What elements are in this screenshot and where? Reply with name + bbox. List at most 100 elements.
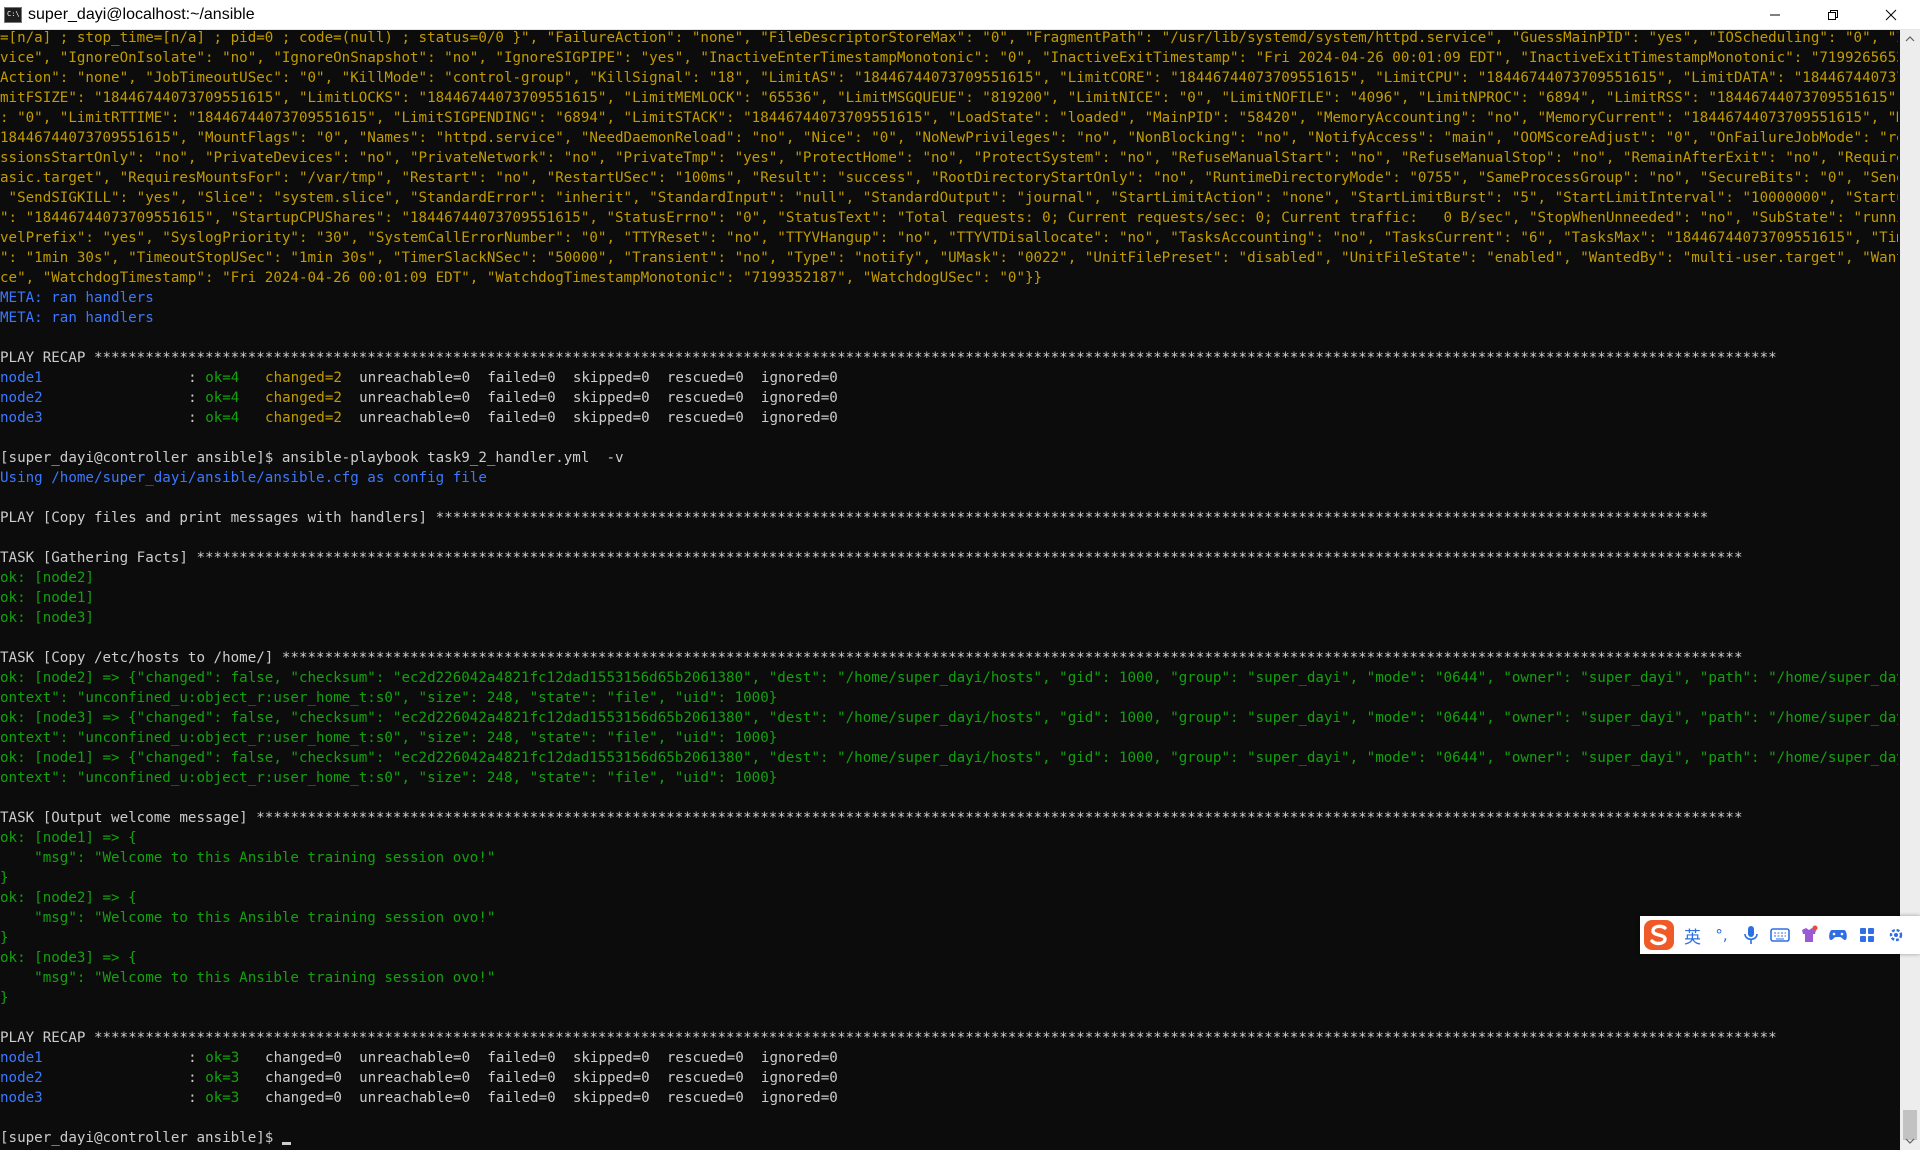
recap-failed: failed=0	[487, 410, 556, 426]
recap-failed: failed=0	[487, 1070, 556, 1086]
recap-failed: failed=0	[487, 390, 556, 406]
recap-ok: ok=4	[205, 410, 240, 426]
recap-skipped: skipped=0	[572, 390, 650, 406]
ime-settings-button[interactable]	[1881, 917, 1910, 953]
recap-failed: failed=0	[487, 1090, 556, 1106]
recap-host: node3	[0, 410, 43, 426]
terminal-line: node1: ok=4 changed=2 unreachable=0 failed=…	[0, 370, 1898, 390]
terminal-line: 18446744073709551615", "MountFlags": "0"…	[0, 130, 1898, 146]
terminal-line: vice", "IgnoreOnIsolate": "no", "IgnoreO…	[0, 50, 1898, 66]
terminal-line: PLAY [Copy files and print messages with…	[0, 510, 1709, 526]
terminal-line: PLAY RECAP *****************************…	[0, 1030, 1777, 1046]
terminal-line: =[n/a] ; stop_time=[n/a] ; pid=0 ; code=…	[0, 30, 1898, 46]
ime-voice-button[interactable]	[1736, 917, 1765, 953]
ime-apps-button[interactable]	[1852, 917, 1881, 953]
terminal-line: ontext": "unconfined_u:object_r:user_hom…	[0, 690, 778, 706]
recap-changed: changed=0	[265, 1050, 342, 1066]
recap-rescued: rescued=0	[666, 410, 744, 426]
terminal-line: ok: [node1] => {"changed": false, "check…	[0, 750, 1898, 766]
terminal-line: "msg": "Welcome to this Ansible training…	[0, 910, 496, 926]
recap-host: node1	[0, 1050, 43, 1066]
recap-ignored: ignored=0	[760, 1050, 838, 1066]
close-button[interactable]	[1862, 0, 1920, 29]
ime-language-toggle[interactable]: 英	[1678, 917, 1707, 953]
recap-rescued: rescued=0	[666, 1070, 744, 1086]
recap-host: node3	[0, 1090, 43, 1106]
terminal-line: ok: [node1] => {	[0, 830, 137, 846]
terminal-line: }	[0, 870, 9, 886]
ime-keyboard-button[interactable]	[1765, 917, 1794, 953]
terminal-app-icon: C:\	[4, 6, 22, 23]
recap-host: node2	[0, 1070, 43, 1086]
recap-ok: ok=3	[205, 1050, 240, 1066]
terminal-output[interactable]: =[n/a] ; stop_time=[n/a] ; pid=0 ; code=…	[0, 30, 1898, 1150]
terminal-line: mitFSIZE": "18446744073709551615", "Limi…	[0, 90, 1898, 106]
skin-icon	[1801, 925, 1817, 942]
minimize-button[interactable]	[1746, 0, 1804, 29]
terminal-line: ": "18446744073709551615", "StartupCPUSh…	[0, 210, 1898, 226]
terminal-line: TASK [Gathering Facts] *****************…	[0, 550, 1743, 566]
window-titlebar[interactable]: C:\ super_dayi@localhost:~/ansible	[0, 0, 1920, 30]
terminal-line: ok: [node2]	[0, 570, 94, 586]
ime-punctuation-toggle[interactable]: °,	[1707, 917, 1736, 953]
recap-skipped: skipped=0	[572, 1050, 650, 1066]
recap-ok: ok=3	[205, 1070, 240, 1086]
ime-game-button[interactable]	[1823, 917, 1852, 953]
terminal-line: ok: [node3] => {	[0, 950, 137, 966]
terminal-line: "msg": "Welcome to this Ansible training…	[0, 850, 496, 866]
terminal-line: TASK [Copy /etc/hosts to /home/] *******…	[0, 650, 1743, 666]
terminal-line: ok: [node2] => {	[0, 890, 137, 906]
terminal-line: ok: [node3] => {"changed": false, "check…	[0, 710, 1898, 726]
recap-separator: :	[188, 1070, 206, 1086]
shell-prompt: [super_dayi@controller ansible]$	[0, 1130, 282, 1146]
terminal-line: [super_dayi@controller ansible]$	[0, 1130, 1898, 1150]
recap-ignored: ignored=0	[760, 1090, 838, 1106]
terminal-line: }	[0, 990, 9, 1006]
recap-changed: changed=2	[265, 410, 342, 426]
terminal-line: ok: [node2] => {"changed": false, "check…	[0, 670, 1898, 686]
terminal-line: "SendSIGKILL": "yes", "Slice": "system.s…	[0, 190, 1898, 206]
sogou-logo-icon[interactable]	[1642, 917, 1678, 953]
recap-skipped: skipped=0	[572, 1070, 650, 1086]
terminal-line: PLAY RECAP *****************************…	[0, 350, 1777, 366]
recap-separator: :	[188, 1090, 206, 1106]
recap-changed: changed=2	[265, 390, 342, 406]
ime-toolbar[interactable]: 英 °,	[1640, 916, 1920, 954]
terminal-line: : "0", "LimitRTTIME": "18446744073709551…	[0, 110, 1898, 126]
recap-unreachable: unreachable=0	[359, 390, 471, 406]
recap-ignored: ignored=0	[760, 370, 838, 386]
terminal-line: node1: ok=3 changed=0 unreachable=0 failed=…	[0, 1050, 1898, 1070]
terminal-line: ce", "WatchdogTimestamp": "Fri 2024-04-2…	[0, 270, 1043, 286]
recap-rescued: rescued=0	[666, 390, 744, 406]
terminal-line: ": "1min 30s", "TimeoutStopUSec": "1min …	[0, 250, 1898, 266]
scroll-down-icon	[1905, 1138, 1915, 1144]
scroll-up-button[interactable]	[1900, 30, 1920, 48]
recap-changed: changed=0	[265, 1090, 342, 1106]
recap-host: node1	[0, 370, 43, 386]
settings-icon	[1889, 928, 1902, 942]
terminal-line: velPrefix": "yes", "SyslogPriority": "30…	[0, 230, 1898, 246]
terminal-line: Using /home/super_dayi/ansible/ansible.c…	[0, 470, 487, 486]
recap-ok: ok=4	[205, 370, 240, 386]
scroll-down-button[interactable]	[1900, 1132, 1920, 1150]
restore-button[interactable]	[1804, 0, 1862, 29]
recap-ok: ok=4	[205, 390, 240, 406]
terminal-line: TASK [Output welcome message] **********…	[0, 810, 1743, 826]
terminal-line: asic.target", "RequiresMountsFor": "/var…	[0, 170, 1898, 186]
terminal-line: META: ran handlers	[0, 310, 154, 326]
ime-skin-button[interactable]	[1794, 917, 1823, 953]
recap-changed: changed=0	[265, 1070, 342, 1086]
terminal-line: node3: ok=4 changed=2 unreachable=0 failed=…	[0, 410, 1898, 430]
recap-ignored: ignored=0	[760, 390, 838, 406]
terminal-line: "msg": "Welcome to this Ansible training…	[0, 970, 496, 986]
restore-icon	[1828, 9, 1838, 20]
recap-failed: failed=0	[487, 1050, 556, 1066]
vertical-scrollbar[interactable]	[1900, 30, 1920, 1150]
recap-unreachable: unreachable=0	[359, 1050, 471, 1066]
